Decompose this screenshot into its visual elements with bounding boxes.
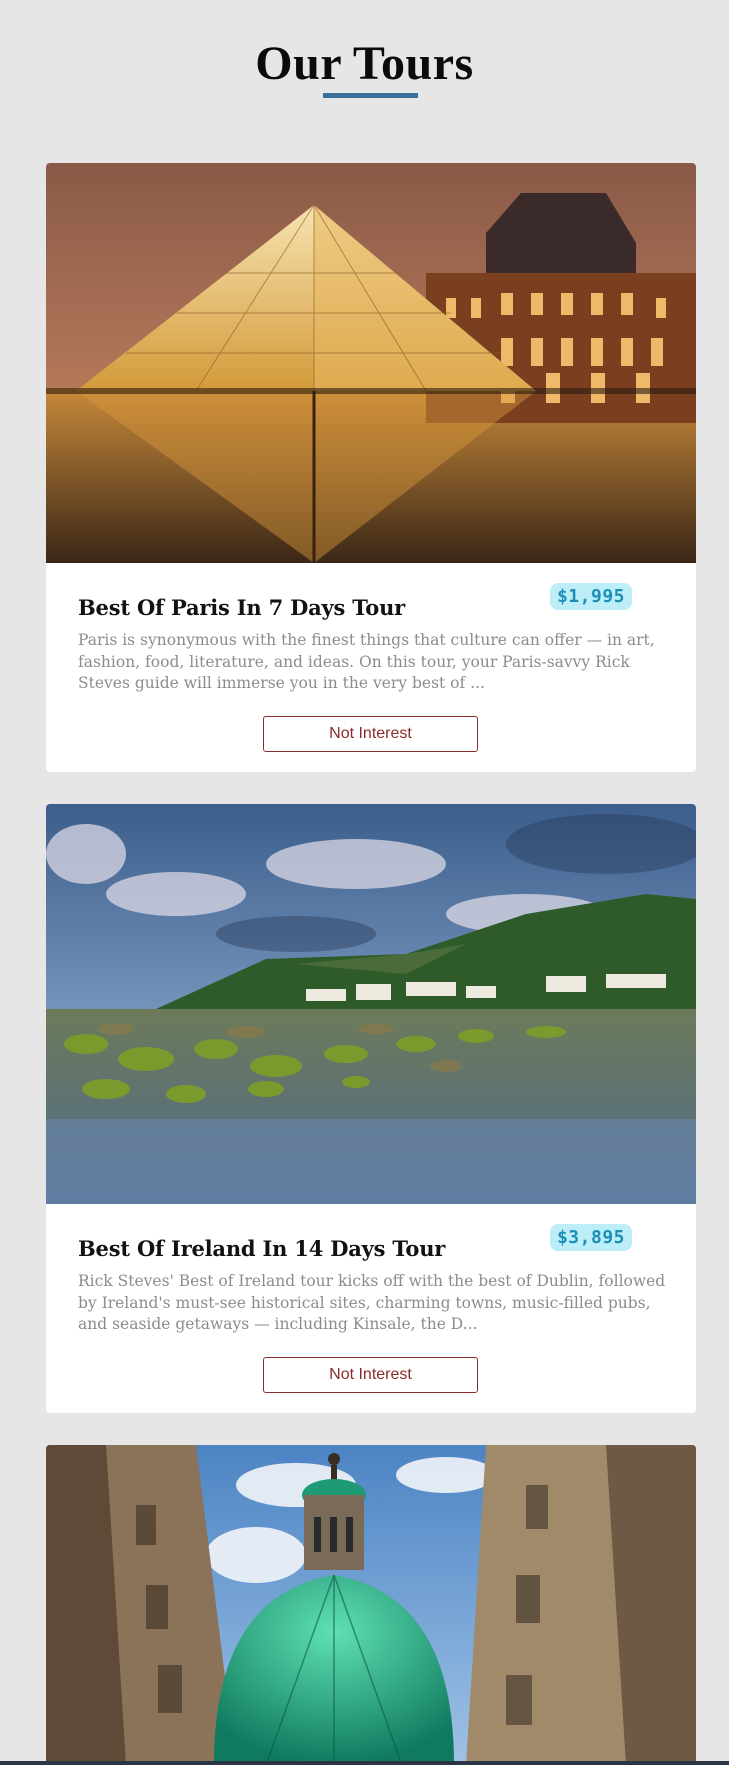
irish-coast-photo	[46, 804, 696, 1204]
price-badge: $3,895	[549, 1224, 632, 1251]
title-underline	[323, 93, 418, 98]
not-interest-button[interactable]: Not Interest	[263, 1357, 478, 1393]
louvre-pyramid-photo	[46, 163, 696, 563]
tour-card-third	[46, 1445, 696, 1765]
tour-name: Best Of Paris In 7 Days Tour	[78, 595, 406, 620]
tour-name: Best Of Ireland In 14 Days Tour	[78, 1236, 446, 1261]
tour-card-paris: Best Of Paris In 7 Days Tour $1,995 Pari…	[46, 163, 696, 772]
tour-card-ireland: Best Of Ireland In 14 Days Tour $3,895 R…	[46, 804, 696, 1413]
bottom-bar	[0, 1761, 729, 1765]
page-title: Our Tours	[255, 37, 474, 90]
not-interest-button[interactable]: Not Interest	[263, 716, 478, 752]
tour-description: Rick Steves' Best of Ireland tour kicks …	[78, 1272, 666, 1333]
tour-description: Paris is synonymous with the finest thin…	[78, 631, 655, 692]
price-badge: $1,995	[549, 583, 632, 610]
green-dome-church-photo	[46, 1445, 696, 1765]
